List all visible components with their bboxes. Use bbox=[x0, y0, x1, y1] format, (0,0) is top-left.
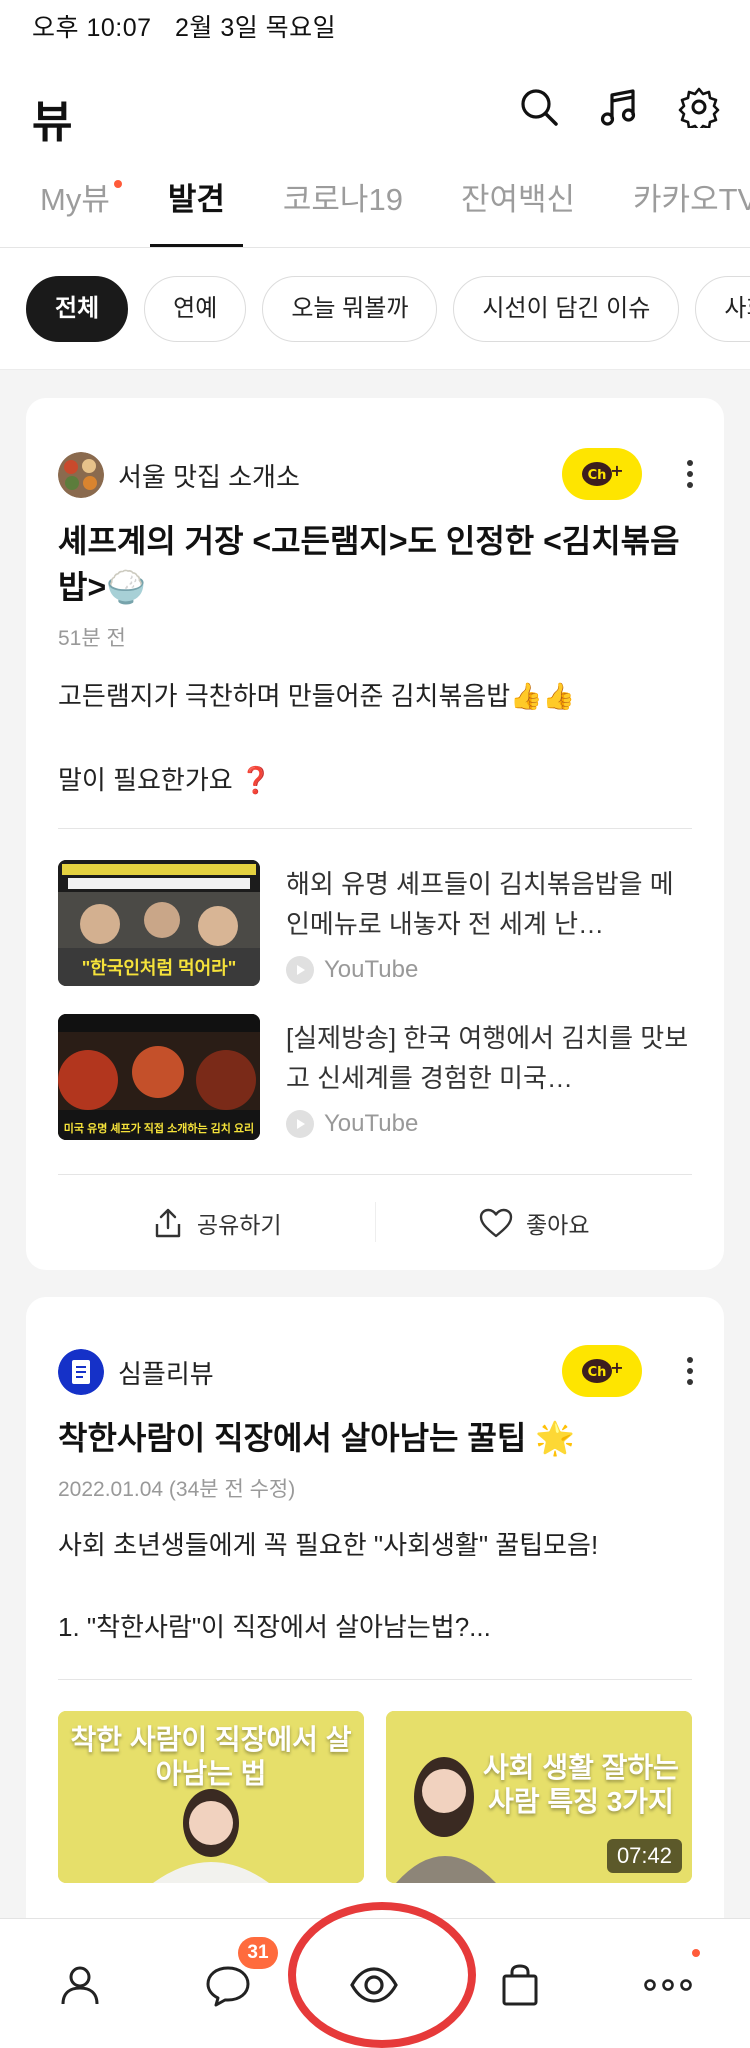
nav-more[interactable] bbox=[638, 1955, 698, 2015]
channel-header[interactable]: 서울 맛집 소개소 bbox=[58, 452, 300, 498]
more-options-icon[interactable] bbox=[686, 1357, 694, 1387]
channel-name[interactable]: 서울 맛집 소개소 bbox=[118, 457, 300, 494]
new-dot bbox=[692, 1949, 700, 1957]
person-icon bbox=[61, 1966, 99, 2005]
image-thumbnail[interactable]: 착한 사람이 직장에서 살아남는 법 bbox=[58, 1711, 364, 1883]
tab-label: 코로나19 bbox=[282, 182, 403, 217]
channel-add-button[interactable]: Ch + bbox=[562, 1345, 642, 1397]
divider bbox=[58, 1174, 692, 1175]
thumbnail-image bbox=[58, 1014, 260, 1140]
nav-friends[interactable] bbox=[50, 1955, 110, 2015]
card-body-line[interactable]: 고든램지가 극찬하며 만들어준 김치볶음밥👍👍 bbox=[58, 676, 698, 716]
youtube-icon bbox=[286, 956, 314, 984]
video-thumbnail[interactable]: 사회 생활 잘하는 사람 특징 3가지 07:42 bbox=[386, 1711, 692, 1883]
like-label: 좋아요 bbox=[526, 1212, 590, 1238]
thumbnail-caption: "한국인처럼 먹어라" bbox=[81, 958, 237, 978]
chip-issue[interactable]: 시선이 담긴 이슈 bbox=[453, 276, 680, 342]
card-body-line[interactable]: 사회 초년생들에게 꼭 필요한 "사회생활" 꿀팁모음! bbox=[58, 1525, 698, 1565]
share-label: 공유하기 bbox=[196, 1212, 282, 1238]
chat-badge: 31 bbox=[238, 1937, 278, 1969]
heart-icon bbox=[479, 1208, 513, 1238]
svg-text:+: + bbox=[610, 1358, 623, 1377]
divider bbox=[58, 828, 692, 829]
image-caption: 착한 사람이 직장에서 살아남는 법 bbox=[70, 1724, 352, 1789]
gear-icon[interactable] bbox=[678, 86, 720, 128]
video-thumbnail[interactable]: 미국 유명 셰프가 직접 소개하는 김치 요리 bbox=[58, 1014, 260, 1140]
svg-text:Ch: Ch bbox=[588, 468, 607, 483]
thumbnail-caption: 미국 유명 셰프가 직접 소개하는 김치 요리 bbox=[63, 1123, 255, 1135]
tab-label: 카카오TV bbox=[633, 182, 750, 217]
status-date: 2월 3일 목요일 bbox=[174, 14, 337, 42]
post-time: 2022.01.04 (34분 전 수정) bbox=[58, 1478, 296, 1501]
svg-text:Ch: Ch bbox=[588, 1365, 607, 1380]
channel-plus-icon: Ch + bbox=[582, 461, 624, 486]
like-button[interactable]: 좋아요 bbox=[376, 1178, 693, 1268]
video-duration: 07:42 bbox=[606, 1839, 682, 1873]
link-source: YouTube bbox=[286, 1110, 418, 1138]
chip-entertainment[interactable]: 연예 bbox=[144, 276, 247, 342]
channel-avatar bbox=[58, 452, 104, 498]
card-title[interactable]: 착한사람이 직장에서 살아남는 꿀팁 🌟 bbox=[58, 1415, 698, 1461]
image-caption: 사회 생활 잘하는 사람 특징 3가지 bbox=[483, 1752, 679, 1817]
share-icon bbox=[155, 1208, 181, 1238]
link-item[interactable]: 미국 유명 셰프가 직접 소개하는 김치 요리 [실제방송] 한국 여행에서 김… bbox=[58, 1014, 692, 1140]
nav-shopping[interactable] bbox=[490, 1955, 550, 2015]
link-source: YouTube bbox=[286, 956, 418, 984]
source-label: YouTube bbox=[324, 1110, 419, 1137]
music-icon[interactable] bbox=[598, 86, 640, 128]
tab-label: 잔여백신 bbox=[460, 182, 576, 217]
tab-label: My뷰 bbox=[40, 182, 110, 217]
chip-society[interactable]: 사회 bbox=[695, 276, 750, 342]
tab-my-view[interactable]: My뷰 bbox=[22, 178, 128, 247]
shopping-bag-icon bbox=[502, 1964, 538, 2006]
share-button[interactable]: 공유하기 bbox=[58, 1178, 375, 1268]
chip-what-to-watch[interactable]: 오늘 뭐볼까 bbox=[262, 276, 438, 342]
link-item[interactable]: "한국인처럼 먹어라" 해외 유명 셰프들이 김치볶음밥을 메인메뉴로 내놓자 … bbox=[58, 860, 692, 986]
svg-text:+: + bbox=[610, 461, 623, 480]
tab-discover[interactable]: 발견 bbox=[149, 178, 243, 247]
tab-vaccine[interactable]: 잔여백신 bbox=[443, 178, 593, 247]
tab-label: 발견 bbox=[167, 182, 225, 217]
video-thumbnail[interactable]: "한국인처럼 먹어라" bbox=[58, 860, 260, 986]
post-time: 51분 전 bbox=[58, 627, 126, 650]
tab-bar: My뷰 발견 코로나19 잔여백신 카카오TV bbox=[0, 178, 750, 248]
link-title[interactable]: 해외 유명 셰프들이 김치볶음밥을 메인메뉴로 내놓자 전 세계 난… bbox=[286, 864, 690, 944]
divider bbox=[58, 1679, 692, 1680]
channel-name[interactable]: 심플리뷰 bbox=[118, 1354, 214, 1391]
status-bar: 오후 10:07 2월 3일 목요일 bbox=[0, 0, 750, 48]
card-actions: 공유하기 좋아요 bbox=[58, 1178, 692, 1268]
feed-card[interactable]: 서울 맛집 소개소 Ch + 셰프계의 거장 <고든램지>도 인정한 <김치볶음… bbox=[26, 398, 724, 1270]
category-chips: 전체 연예 오늘 뭐볼까 시선이 담긴 이슈 사회 bbox=[0, 248, 750, 370]
search-icon[interactable] bbox=[518, 86, 560, 128]
channel-plus-icon: Ch + bbox=[582, 1358, 624, 1383]
more-icon bbox=[644, 1979, 692, 1991]
chip-all[interactable]: 전체 bbox=[26, 276, 129, 342]
page-title: 뷰 bbox=[32, 98, 73, 147]
card-body-line[interactable]: 말이 필요한가요 ❓ bbox=[58, 760, 698, 800]
tab-kakaotv[interactable]: 카카오TV bbox=[615, 178, 750, 247]
channel-avatar bbox=[58, 1349, 104, 1395]
link-title[interactable]: [실제방송] 한국 여행에서 김치를 맛보고 신세계를 경험한 미국… bbox=[286, 1018, 690, 1098]
more-options-icon[interactable] bbox=[686, 460, 694, 490]
source-label: YouTube bbox=[324, 956, 419, 983]
youtube-icon bbox=[286, 1110, 314, 1138]
status-time: 오후 10:07 bbox=[32, 14, 152, 42]
card-title[interactable]: 셰프계의 거장 <고든램지>도 인정한 <김치볶음밥>🍚 bbox=[58, 518, 698, 610]
new-dot bbox=[113, 180, 122, 188]
channel-header[interactable]: 심플리뷰 bbox=[58, 1349, 214, 1395]
highlight-circle bbox=[288, 1902, 476, 2048]
channel-add-button[interactable]: Ch + bbox=[562, 448, 642, 500]
header-icons bbox=[518, 86, 720, 128]
header: 뷰 My뷰 발견 코로나19 잔여백신 카카오TV bbox=[0, 48, 750, 248]
tab-covid19[interactable]: 코로나19 bbox=[265, 178, 421, 247]
card-body-line[interactable]: 1. "착한사람"이 직장에서 살아남는법?... bbox=[58, 1607, 698, 1647]
chat-icon bbox=[206, 1966, 250, 2007]
